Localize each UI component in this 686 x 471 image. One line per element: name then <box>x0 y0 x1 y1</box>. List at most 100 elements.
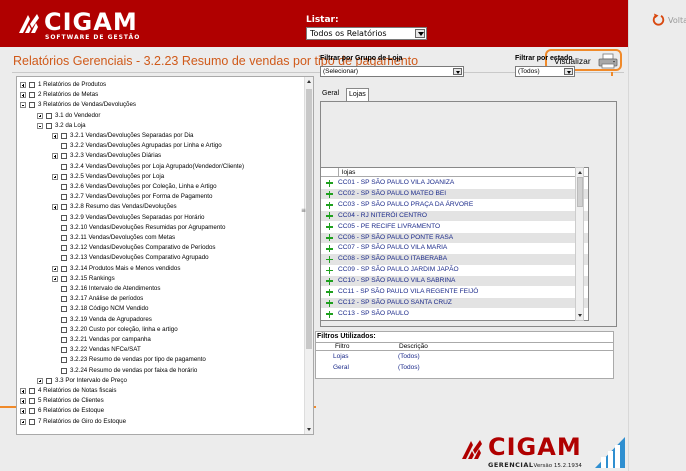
tree-checkbox[interactable] <box>61 275 67 282</box>
table-row[interactable]: CC13 - SP SÃO PAULO <box>321 309 588 319</box>
add-icon[interactable] <box>326 288 333 296</box>
expand-icon[interactable] <box>20 388 26 394</box>
add-icon[interactable] <box>326 245 333 253</box>
chevron-down-icon[interactable] <box>415 29 425 38</box>
table-row[interactable]: CC09 - SP SÃO PAULO JARDIM JAPÃO <box>321 265 588 275</box>
add-icon[interactable] <box>326 277 333 285</box>
tree-checkbox[interactable] <box>61 337 67 343</box>
tree-checkbox[interactable] <box>46 112 52 119</box>
add-icon[interactable] <box>326 212 333 220</box>
table-row[interactable]: CC08 - SP SÃO PAULO ITABERABA <box>321 254 588 265</box>
tree-checkbox[interactable] <box>29 418 35 425</box>
state-filter-select[interactable]: (Todos) <box>515 66 575 77</box>
back-button[interactable]: Voltar <box>668 16 686 25</box>
tree-checkbox[interactable] <box>61 245 67 252</box>
table-row[interactable]: CC06 - SP SÃO PAULO PONTE RASA <box>321 232 588 243</box>
scroll-down-icon[interactable] <box>307 428 311 431</box>
splitter-grip-icon[interactable]: ≡ <box>301 207 306 214</box>
expand-icon[interactable] <box>37 112 43 119</box>
expand-icon[interactable] <box>20 418 26 425</box>
tree-checkbox[interactable] <box>61 296 67 303</box>
table-row[interactable]: CC12 - SP SÃO PAULO SANTA CRUZ <box>321 297 588 309</box>
tree-checkbox[interactable] <box>61 163 67 170</box>
table-row[interactable]: CC03 - SP SÃO PAULO PRAÇA DA ÁRVORE <box>321 200 588 210</box>
tree-checkbox[interactable] <box>61 194 67 201</box>
tree-checkbox[interactable] <box>46 122 52 129</box>
add-icon[interactable] <box>326 179 333 187</box>
tree-checkbox[interactable] <box>29 408 35 415</box>
table-row[interactable]: CC04 - RJ NITERÓI CENTRO <box>321 210 588 222</box>
tree-checkbox[interactable] <box>61 255 67 262</box>
tree-checkbox[interactable] <box>61 184 67 190</box>
tree-checkbox[interactable] <box>61 357 67 364</box>
collapse-icon[interactable] <box>20 102 26 109</box>
tree-checkbox[interactable] <box>61 316 67 323</box>
tree-scroll-thumb[interactable] <box>306 89 312 349</box>
add-icon[interactable] <box>326 190 333 198</box>
stores-scrollbar[interactable] <box>575 167 584 321</box>
group-filter-select[interactable]: (Selecionar) <box>320 66 464 77</box>
table-row[interactable]: CC01 - SP SÃO PAULO VILA JOANIZA <box>321 178 588 188</box>
scroll-up-icon[interactable] <box>577 171 582 174</box>
tab-lojas[interactable]: Lojas <box>346 88 369 101</box>
expand-icon[interactable] <box>20 82 26 88</box>
tree-checkbox[interactable] <box>61 204 67 211</box>
tree-checkbox[interactable] <box>61 347 67 354</box>
tree-checkbox[interactable] <box>46 377 52 384</box>
expand-icon[interactable] <box>37 377 43 384</box>
tree-checkbox[interactable] <box>29 92 35 99</box>
add-icon[interactable] <box>326 256 333 264</box>
expand-icon[interactable] <box>20 398 26 405</box>
tree-checkbox[interactable] <box>61 214 67 221</box>
tree-checkbox[interactable] <box>61 265 67 272</box>
stores-grid[interactable]: lojas CC01 - SP SÃO PAULO VILA JOANIZA CC… <box>320 167 589 321</box>
chevron-down-icon[interactable] <box>564 68 573 75</box>
tree-checkbox[interactable] <box>61 306 67 313</box>
tree-checkbox[interactable] <box>61 143 67 150</box>
report-filter-select[interactable]: Todos os Relatórios <box>306 27 427 40</box>
tree-checkbox[interactable] <box>61 326 67 333</box>
tree-checkbox[interactable] <box>61 224 67 231</box>
collapse-icon[interactable] <box>37 122 43 129</box>
table-row[interactable]: CC05 - PE RECIFE LIVRAMENTO <box>321 222 588 232</box>
back-power-icon[interactable] <box>652 13 665 26</box>
tree-scrollbar[interactable] <box>304 77 313 434</box>
add-icon[interactable] <box>326 201 333 209</box>
add-icon[interactable] <box>326 310 333 318</box>
tree-checkbox[interactable] <box>29 102 35 109</box>
tree-checkbox[interactable] <box>61 367 67 374</box>
expand-icon[interactable] <box>52 153 58 160</box>
tree-checkbox[interactable] <box>29 82 35 88</box>
expand-icon[interactable] <box>52 133 58 139</box>
table-row[interactable]: CC07 - SP SÃO PAULO VILA MARIA <box>321 243 588 253</box>
report-tree[interactable]: 1 Relatórios de Produtos 2 Relatórios de … <box>16 76 314 435</box>
expand-icon[interactable] <box>52 173 58 180</box>
tab-geral[interactable]: Geral <box>320 88 341 101</box>
tree-item-label: 3.2.18 Código NCM Vendido <box>70 305 149 313</box>
add-icon[interactable] <box>326 299 333 307</box>
expand-icon[interactable] <box>52 275 58 282</box>
table-row[interactable]: CC11 - SP SÃO PAULO VILA REGENTE FEIJÓ <box>321 287 588 297</box>
stores-column-header: lojas <box>342 169 356 176</box>
tree-checkbox[interactable] <box>61 153 67 160</box>
tree-checkbox[interactable] <box>29 398 35 405</box>
tree-checkbox[interactable] <box>61 286 67 292</box>
scroll-down-icon[interactable] <box>577 314 582 317</box>
table-row[interactable]: CC10 - SP SÃO PAULO VILA SABRINA <box>321 276 588 287</box>
tree-checkbox[interactable] <box>29 388 35 394</box>
stores-scroll-thumb[interactable] <box>576 177 583 207</box>
table-row[interactable]: CC02 - SP SÃO PAULO MATEO BEI <box>321 188 588 200</box>
tree-item-label: 3 Relatórios de Vendas/Devoluções <box>38 101 137 109</box>
scroll-up-icon[interactable] <box>307 80 311 83</box>
expand-icon[interactable] <box>20 408 26 415</box>
chevron-down-icon[interactable] <box>453 68 462 75</box>
add-icon[interactable] <box>326 266 333 274</box>
expand-icon[interactable] <box>52 204 58 211</box>
add-icon[interactable] <box>326 223 333 231</box>
tree-checkbox[interactable] <box>61 173 67 180</box>
expand-icon[interactable] <box>52 265 58 272</box>
tree-checkbox[interactable] <box>61 133 67 139</box>
tree-checkbox[interactable] <box>61 235 67 241</box>
add-icon[interactable] <box>326 234 333 242</box>
expand-icon[interactable] <box>20 92 26 99</box>
